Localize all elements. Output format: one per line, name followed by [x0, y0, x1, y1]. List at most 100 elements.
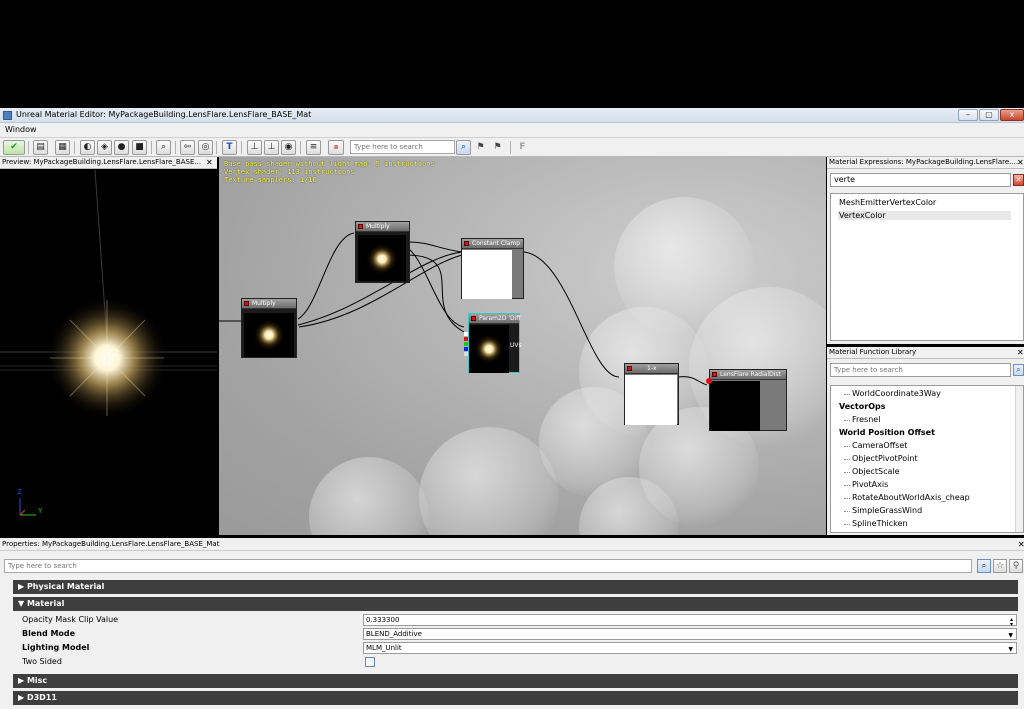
cube-preview-icon[interactable]: ◈ — [97, 140, 112, 155]
spinner-icon[interactable]: ▴ ▾ — [1010, 617, 1013, 628]
find-next-icon[interactable]: ⚑ — [490, 140, 505, 155]
property-row: Opacity Mask Clip Value 0.333300 ▴ ▾ — [13, 614, 1018, 628]
find-prev-icon[interactable]: ⚑ — [473, 140, 488, 155]
property-row: Lighting Model MLM_Unlit ▼ — [13, 642, 1018, 655]
plane-preview-icon[interactable]: ■ — [132, 140, 147, 155]
property-row: Two Sided — [13, 656, 1018, 669]
expressions-results-list: MeshEmitterVertexColor VertexColor — [830, 193, 1024, 341]
material-graph-canvas[interactable]: Base pass shader without light map: 5 in… — [219, 157, 826, 535]
list-item[interactable]: VertexColor — [838, 211, 1011, 220]
home-arrow-icon[interactable]: ⇦ — [180, 140, 195, 155]
comments-icon[interactable]: ≡ — [306, 140, 321, 155]
tree-scrollbar[interactable] — [1015, 386, 1023, 532]
close-button[interactable]: x — [1000, 109, 1024, 121]
chevron-down-icon: ▼ — [1008, 646, 1013, 653]
function-f-icon[interactable]: F — [515, 140, 530, 155]
apply-check-icon[interactable]: ✔ — [3, 140, 25, 155]
node-radial-dist[interactable]: LensFlare RadialDist — [706, 369, 787, 431]
node-title: 1-x — [647, 365, 657, 372]
property-row: Blend Mode BLEND_Additive ▼ — [13, 628, 1018, 641]
preview-scene — [0, 170, 217, 516]
node-title: Multiply — [366, 223, 390, 230]
tree-item[interactable]: CameraOffset — [843, 441, 907, 450]
node-wires — [219, 232, 708, 386]
favorites-star-icon[interactable]: ☆ — [993, 559, 1007, 573]
hlsl-icon[interactable]: ≣ — [328, 140, 344, 155]
grid-icon[interactable]: ▦ — [55, 140, 70, 155]
material-expressions-panel: Material Expressions: MyPackageBuilding.… — [827, 157, 1024, 344]
blend-mode-select[interactable]: BLEND_Additive ▼ — [363, 628, 1017, 640]
minimize-button[interactable]: – — [958, 109, 978, 121]
tree-item[interactable]: WorldCoordinate3Way — [844, 389, 941, 398]
properties-close-icon[interactable]: ✕ — [1018, 538, 1024, 551]
function-search-input[interactable] — [830, 363, 1011, 377]
find-icon[interactable]: ⌕ — [156, 140, 171, 155]
expressions-header: Material Expressions: MyPackageBuilding.… — [827, 157, 1024, 169]
cylinder-preview-icon[interactable]: ◐ — [80, 140, 95, 155]
search-icon[interactable]: ⌕ — [977, 559, 991, 573]
menu-window[interactable]: Window — [5, 125, 37, 134]
function-library-panel: Material Function Library ✕ ⌕ WorldCoord… — [827, 347, 1024, 535]
tree-item[interactable]: RotateAboutWorldAxis_cheap — [844, 493, 970, 502]
tree-item[interactable]: ObjectScale — [844, 467, 900, 476]
property-label: Lighting Model — [22, 643, 90, 652]
category-material[interactable]: ▼ Material — [13, 597, 1018, 611]
expressions-title: Material Expressions: MyPackageBuilding.… — [829, 158, 1019, 166]
expressions-search-input[interactable]: verte — [830, 173, 1011, 187]
properties-search-input[interactable] — [4, 559, 972, 573]
node-constant-clamp[interactable]: Constant Clamp — [461, 238, 524, 299]
tree-category[interactable]: World Position Offset — [839, 428, 935, 437]
sphere-preview-icon[interactable]: ● — [114, 140, 129, 155]
node-title: LensFlare RadialDist — [720, 371, 781, 378]
preview-viewport[interactable]: Y Z — [0, 170, 217, 535]
toggle-stats-icon[interactable]: T — [222, 140, 237, 155]
material-editor-window: Unreal Material Editor: MyPackageBuildin… — [0, 0, 1024, 709]
axis-y-label: Y — [38, 507, 43, 515]
save-icon[interactable]: ▤ — [33, 140, 48, 155]
search-icon[interactable]: ⌕ — [456, 140, 471, 155]
node-param2d[interactable]: Param2D 'Diff UVs — [464, 313, 522, 373]
lock-icon[interactable]: ⚲ — [1009, 559, 1023, 573]
search-icon[interactable]: ⌕ — [1013, 364, 1024, 376]
maximize-button[interactable]: ▢ — [979, 109, 999, 121]
tree-item[interactable]: SplineThicken — [844, 519, 908, 528]
tree-item[interactable]: PivotAxis — [843, 480, 888, 489]
title-bar: Unreal Material Editor: MyPackageBuildin… — [0, 108, 1024, 123]
lighting-model-select[interactable]: MLM_Unlit ▼ — [363, 642, 1017, 654]
node-multiply-left[interactable]: Multiply — [241, 298, 297, 358]
clear-search-icon[interactable]: ✕ — [1013, 174, 1024, 186]
tree-item[interactable]: Fresnel — [843, 415, 880, 424]
opacity-mask-clip-field[interactable]: 0.333300 ▴ ▾ — [363, 614, 1017, 628]
category-physical-material[interactable]: ▶ Physical Material — [13, 580, 1018, 594]
realtime-node-icon[interactable]: ⊥ — [264, 140, 279, 155]
tree-item[interactable]: SimpleGrassWind — [843, 506, 922, 515]
tree-item[interactable]: ObjectPivotPoint — [844, 454, 918, 463]
toolbar: ✔ ▤ ▦ ◐ ◈ ● ■ ⌕ ⇦ ◎ T ⊥ ⊥ ◉ ≡ ≣ ⌕ ⚑ ⚑ F — [0, 138, 1024, 157]
clean-icon[interactable]: ◎ — [198, 140, 213, 155]
node-multiply-top[interactable]: Multiply — [355, 221, 410, 283]
category-d3d11[interactable]: ▶ D3D11 — [13, 691, 1018, 705]
property-label: Two Sided — [22, 657, 62, 666]
two-sided-checkbox[interactable] — [365, 657, 375, 667]
menu-bar: Window — [0, 123, 1024, 138]
node-one-minus[interactable]: 1-x — [624, 363, 679, 425]
toolbar-search-input[interactable] — [350, 140, 455, 154]
property-label: Blend Mode — [22, 629, 76, 638]
view-icon[interactable]: ◉ — [281, 140, 296, 155]
realtime-preview-icon[interactable]: ⊥ — [247, 140, 262, 155]
app-icon — [3, 111, 12, 120]
tree-category[interactable]: VectorOps — [839, 402, 885, 411]
list-item[interactable]: MeshEmitterVertexColor — [839, 198, 936, 207]
category-misc[interactable]: ▶ Misc — [13, 674, 1018, 688]
function-library-close-icon[interactable]: ✕ — [1017, 347, 1024, 358]
window-title: Unreal Material Editor: MyPackageBuildin… — [16, 110, 312, 119]
function-library-header: Material Function Library ✕ — [827, 347, 1024, 359]
node-title: Constant Clamp — [472, 240, 521, 247]
expressions-close-icon[interactable]: ✕ — [1017, 157, 1024, 168]
property-label: Opacity Mask Clip Value — [22, 615, 119, 624]
properties-title: Properties: MyPackageBuilding.LensFlare.… — [2, 540, 220, 548]
preview-header: Preview: MyPackageBuilding.LensFlare.Len… — [0, 157, 217, 169]
chevron-down-icon: ▼ — [1008, 632, 1013, 639]
preview-close-icon[interactable]: ✕ — [206, 157, 213, 168]
node-title: Multiply — [252, 300, 276, 307]
